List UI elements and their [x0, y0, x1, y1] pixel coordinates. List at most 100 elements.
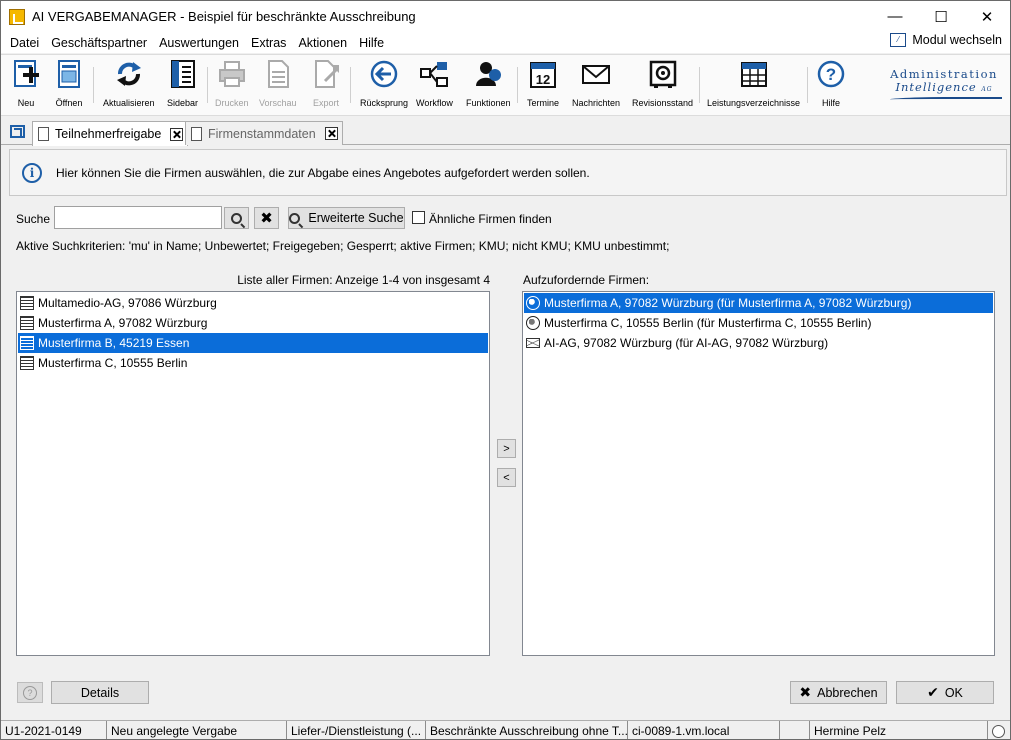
toolbar-ruecksprung-button[interactable]: Rücksprung — [360, 59, 408, 108]
maximize-button[interactable]: ☐ — [918, 1, 964, 32]
advanced-search-label: Erweiterte Suche — [308, 211, 404, 225]
cancel-label: Abbrechen — [817, 685, 878, 700]
tab-bar: Teilnehmerfreigabe Firmenstammdaten — [1, 118, 1010, 146]
toolbar-vorschau-button[interactable]: Vorschau — [259, 59, 297, 108]
list-item[interactable]: Musterfirma A, 97082 Würzburg — [17, 313, 489, 333]
toolbar-neu-button[interactable]: Neu — [11, 59, 41, 108]
toolbar-vorschau-label: Vorschau — [259, 98, 297, 108]
toolbar-hilfe-button[interactable]: ? Hilfe — [816, 59, 846, 108]
info-icon: i — [22, 162, 42, 183]
add-firm-button[interactable]: > — [497, 439, 516, 458]
modul-wechseln-button[interactable]: ⁄ Modul wechseln — [890, 33, 1002, 47]
safe-icon — [649, 60, 676, 88]
menu-auswertungen[interactable]: Auswertungen — [153, 36, 245, 50]
toolbar-oeffnen-button[interactable]: Öffnen — [54, 59, 84, 108]
search-criteria: Aktive Suchkriterien: 'mu' in Name; Unbe… — [16, 239, 670, 253]
ok-button[interactable]: ✔ OK — [896, 681, 994, 704]
cancel-icon: ✖ — [799, 684, 812, 700]
help-icon: ? — [817, 60, 845, 88]
toolbar-workflow-label: Workflow — [416, 98, 453, 108]
toolbar-hilfe-label: Hilfe — [821, 98, 840, 108]
mail-icon — [582, 65, 611, 84]
toolbar-leistungsverzeichnisse-label: Leistungsverzeichnisse — [707, 98, 801, 108]
list-item-label: AI-AG, 97082 Würzburg (für AI-AG, 97082 … — [544, 336, 829, 350]
ok-label: OK — [944, 685, 963, 700]
list-item[interactable]: Multamedio-AG, 97086 Würzburg — [17, 293, 489, 313]
svg-text:?: ? — [826, 65, 836, 84]
list-item[interactable]: Musterfirma C, 10555 Berlin — [17, 353, 489, 373]
toolbar-separator — [207, 67, 208, 103]
export-icon — [315, 60, 339, 88]
menu-extras[interactable]: Extras — [245, 36, 292, 50]
list-item[interactable]: AI-AG, 97082 Würzburg (für AI-AG, 97082 … — [523, 333, 994, 353]
toolbar-neu-label: Neu — [17, 98, 35, 108]
status-bar: U1-2021-0149 Neu angelegte Vergabe Liefe… — [1, 720, 1010, 739]
all-firms-header: Liste aller Firmen: Anzeige 1-4 von insg… — [237, 273, 490, 287]
building-icon — [20, 296, 34, 310]
window-controls: — ☐ ✕ — [872, 1, 1010, 32]
logo-line2: Intelligence AG — [886, 81, 1002, 96]
toolbar-export-button[interactable]: Export — [311, 59, 341, 108]
navigate-icon[interactable] — [10, 125, 25, 138]
search-label: Suche — [16, 212, 51, 226]
status-empty — [780, 721, 810, 739]
toolbar-termine-button[interactable]: 12 Termine — [527, 59, 559, 108]
toolbar-revisionsstand-button[interactable]: Revisionsstand — [632, 59, 693, 108]
search-button[interactable] — [224, 207, 249, 229]
toolbar-termine-label: Termine — [527, 98, 560, 108]
help-circle-icon: ? — [23, 685, 37, 700]
toolbar-leistungsverzeichnisse-button[interactable]: Leistungsverzeichnisse — [707, 59, 800, 108]
tab-firmenstammdaten[interactable]: Firmenstammdaten — [185, 121, 343, 145]
check-icon: ✔ — [927, 684, 939, 700]
toolbar-revisionsstand-label: Revisionsstand — [632, 98, 694, 108]
window-title: AI VERGABEMANAGER - Beispiel für beschrä… — [32, 9, 416, 24]
menu-bar: Datei Geschäftspartner Auswertungen Extr… — [1, 32, 1010, 53]
similar-firms-checkbox[interactable] — [412, 211, 425, 224]
clear-icon: ✖ — [260, 210, 273, 227]
new-document-icon — [14, 60, 39, 87]
app-logo-icon — [9, 8, 25, 25]
toolbar-drucken-button[interactable]: Drucken — [215, 59, 249, 108]
toolbar-ruecksprung-label: Rücksprung — [360, 98, 409, 108]
context-help-button[interactable]: ? — [17, 682, 43, 703]
menu-aktionen[interactable]: Aktionen — [292, 36, 353, 50]
tab-teilnehmerfreigabe[interactable]: Teilnehmerfreigabe — [32, 121, 189, 146]
magnifier-icon — [231, 212, 242, 224]
calendar-icon: 12 — [530, 62, 556, 88]
menu-datei[interactable]: Datei — [1, 36, 45, 50]
remove-firm-button[interactable]: < — [497, 468, 516, 487]
search-input[interactable] — [54, 206, 222, 229]
advanced-search-button[interactable]: Erweiterte Suche — [288, 207, 405, 229]
close-tab-icon[interactable] — [324, 127, 338, 140]
toolbar-nachrichten-button[interactable]: Nachrichten — [572, 59, 620, 108]
toolbar-aktualisieren-button[interactable]: Aktualisieren — [103, 59, 155, 108]
all-firms-list[interactable]: Multamedio-AG, 97086 Würzburg Musterfirm… — [16, 291, 490, 656]
close-tab-icon[interactable] — [170, 127, 184, 141]
toolbar-workflow-button[interactable]: Workflow — [416, 59, 453, 108]
selected-firms-list[interactable]: Musterfirma A, 97082 Würzburg (für Muste… — [522, 291, 995, 656]
list-item-label: Multamedio-AG, 97086 Würzburg — [38, 296, 217, 310]
list-item[interactable]: Musterfirma C, 10555 Berlin (für Musterf… — [523, 313, 994, 333]
toolbar-separator — [93, 67, 94, 103]
details-label: Details — [80, 685, 120, 700]
module-switch-icon: ⁄ — [890, 33, 907, 47]
status-indicator — [988, 721, 1009, 739]
menu-geschaeftspartner[interactable]: Geschäftspartner — [45, 36, 153, 50]
status-procedure: Beschränkte Ausschreibung ohne T... — [426, 721, 628, 739]
close-window-button[interactable]: ✕ — [964, 1, 1010, 32]
clear-search-button[interactable]: ✖ — [254, 207, 279, 229]
details-button[interactable]: Details — [51, 681, 149, 704]
cancel-button[interactable]: ✖ Abbrechen — [790, 681, 887, 704]
logo-ag: AG — [981, 86, 993, 93]
list-item[interactable]: Musterfirma A, 97082 Würzburg (für Muste… — [524, 293, 993, 313]
list-item-label: Musterfirma B, 45219 Essen — [38, 336, 190, 350]
company-logo: Administration Intelligence AG — [886, 68, 1002, 101]
toolbar-funktionen-button[interactable]: Funktionen — [466, 59, 511, 108]
minimize-button[interactable]: — — [872, 1, 918, 32]
modul-wechseln-label: Modul wechseln — [912, 33, 1002, 47]
menu-hilfe[interactable]: Hilfe — [353, 36, 390, 50]
list-item[interactable]: Musterfirma B, 45219 Essen — [18, 333, 488, 353]
similar-firms-label[interactable]: Ähnliche Firmen finden — [429, 212, 552, 226]
building-icon — [20, 336, 34, 350]
toolbar-sidebar-button[interactable]: Sidebar — [167, 59, 198, 108]
